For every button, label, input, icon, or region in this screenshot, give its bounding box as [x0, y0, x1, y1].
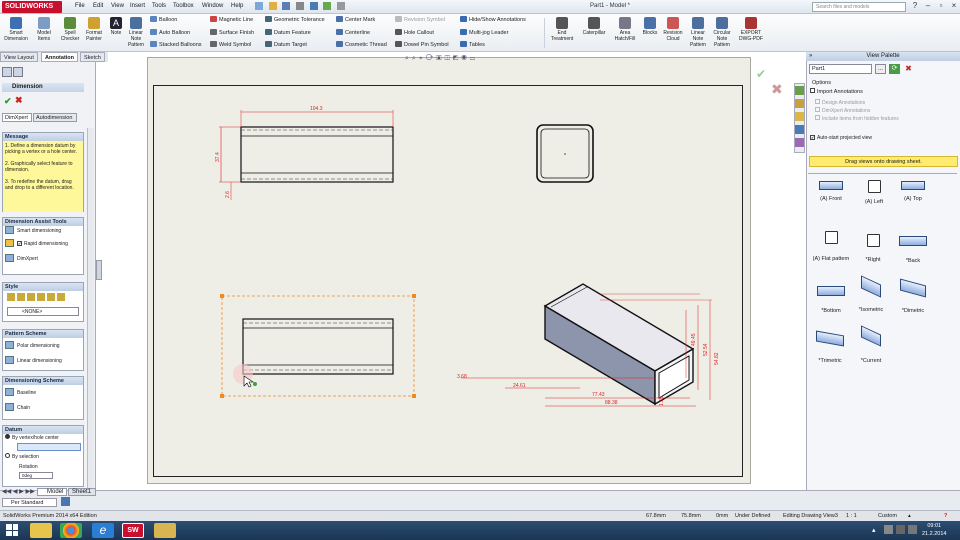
internet-explorer-taskbar-icon[interactable]: e	[92, 523, 114, 538]
status-z: 0mm	[716, 513, 729, 519]
view-palette-title: View Palette	[806, 52, 960, 61]
folder-taskbar-icon[interactable]	[154, 523, 176, 538]
iso-dim-5: 49.45	[691, 333, 697, 346]
view-isometric[interactable]: *Isometric	[851, 275, 891, 313]
status-units[interactable]: Custom	[878, 511, 897, 521]
tab-sheet1[interactable]: Sheet1	[68, 488, 96, 496]
tab-nav-arrows[interactable]: ◀◀ ◀ ▶ ▶▶	[2, 488, 35, 495]
status-y: 75.8mm	[681, 513, 701, 519]
iso-dim-4: 88.38	[605, 400, 618, 406]
selection-handle	[220, 394, 224, 398]
right-view-thumbnail	[866, 234, 880, 247]
dimxpert-annotations-checkbox[interactable]	[815, 107, 820, 112]
collapse-pane-icon[interactable]: »	[809, 53, 812, 59]
iso-dim-2: 24.61	[513, 383, 526, 389]
back-view-thumbnail	[899, 236, 927, 246]
scale-select[interactable]: Per Standard	[2, 498, 57, 507]
datum-vertex-marker	[253, 382, 257, 386]
bottom-view-thumbnail	[817, 286, 845, 296]
status-x: 67.8mm	[646, 513, 666, 519]
iso-dim-6: 52.54	[703, 343, 709, 356]
status-bar: SolidWorks Premium 2014 x64 Edition 67.8…	[0, 510, 960, 521]
iso-dim-7: 54.82	[714, 352, 720, 365]
status-help-icon[interactable]: ?	[944, 511, 947, 521]
solidworks-taskbar-icon[interactable]: SW	[122, 523, 144, 538]
view-a-flat-pattern[interactable]: (A) Flat pattern	[808, 231, 854, 262]
isometric-view[interactable]: 3.68 24.61 77.43 88.38 49.45 52.54 54.82…	[457, 283, 720, 407]
view-palette-tab-icon[interactable]	[795, 125, 804, 134]
view-a-front[interactable]: (A) Front	[811, 181, 851, 202]
design-annotations-checkbox[interactable]	[815, 99, 820, 104]
dimetric-view-thumbnail	[900, 278, 926, 298]
refresh-icon[interactable]: ⟳	[889, 64, 900, 74]
tab-model[interactable]: Model	[37, 488, 67, 496]
flag-tray-icon[interactable]	[884, 525, 893, 534]
dim-height-text: 37.4	[215, 152, 221, 162]
view-back[interactable]: *Back	[893, 236, 933, 264]
task-pane-tabs	[794, 83, 805, 153]
front-view-outline	[240, 126, 394, 183]
clock-date: 21.2.2014	[922, 531, 947, 537]
left-view-thumbnail	[867, 180, 881, 193]
chrome-taskbar-icon[interactable]	[60, 523, 82, 538]
drag-hint-banner: Drag views onto drawing sheet.	[809, 156, 958, 167]
resources-tab-icon[interactable]	[795, 86, 804, 95]
tray-arrow-icon[interactable]: ▴	[872, 526, 876, 534]
import-annotations-option[interactable]: Import Annotations	[810, 88, 863, 95]
status-scale: 1 : 1	[846, 513, 857, 519]
palette-divider	[808, 173, 957, 174]
dimxpert-annotations-option[interactable]: DimXpert Annotations	[815, 107, 870, 114]
auto-start-checkbox[interactable]: ✔	[810, 135, 815, 140]
side-view-center-point	[564, 153, 566, 155]
selection-handle	[412, 294, 416, 298]
selected-view[interactable]	[220, 294, 416, 398]
iso-dim-3: 77.43	[592, 392, 605, 398]
top-view-thumbnail	[901, 181, 925, 190]
selection-handle	[412, 394, 416, 398]
view3-outline	[242, 318, 394, 375]
flat-pattern-thumbnail	[824, 231, 838, 244]
dim-small-text: 2.6	[225, 191, 231, 198]
view-a-top[interactable]: (A) Top	[893, 181, 933, 202]
trimetric-view-thumbnail	[816, 330, 844, 347]
view-a-left[interactable]: (A) Left	[854, 180, 894, 205]
browse-button[interactable]: ...	[875, 64, 886, 74]
iso-dim-8: 1.35	[659, 396, 665, 406]
front-view[interactable]: 104.3 37.4 2.6	[215, 106, 394, 200]
volume-tray-icon[interactable]	[908, 525, 917, 534]
appearances-tab-icon[interactable]	[795, 138, 804, 147]
file-explorer-taskbar-icon[interactable]	[30, 523, 52, 538]
status-state: Under Defined	[735, 513, 771, 519]
status-product: SolidWorks Premium 2014 x64 Edition	[3, 513, 97, 519]
scale-options-icon[interactable]	[61, 497, 70, 506]
bottom-tab-bar: ◀◀ ◀ ▶ ▶▶ Model Sheet1 Per Standard	[0, 488, 960, 510]
file-explorer-tab-icon[interactable]	[795, 112, 804, 121]
hidden-features-checkbox[interactable]	[815, 115, 820, 120]
network-tray-icon[interactable]	[896, 525, 905, 534]
design-annotations-option[interactable]: Design Annotations	[815, 99, 865, 106]
hidden-features-option[interactable]: Include items from hidden features	[815, 115, 899, 122]
front-view-thumbnail	[819, 181, 843, 190]
taskbar-clock[interactable]: 09:01 21.2.2014	[922, 522, 946, 538]
view-dimetric[interactable]: *Dimetric	[893, 278, 933, 314]
view-bottom[interactable]: *Bottom	[811, 286, 851, 314]
status-units-arrow[interactable]: ▴	[908, 511, 911, 521]
options-label: Options	[812, 80, 831, 86]
design-library-tab-icon[interactable]	[795, 99, 804, 108]
auto-start-option[interactable]: ✔ Auto-start projected view	[810, 135, 872, 141]
iso-dim-1: 3.68	[457, 374, 467, 380]
status-editing: Editing Drawing View3	[783, 513, 838, 519]
document-select[interactable]: Part1	[809, 64, 872, 74]
view-trimetric[interactable]: *Trimetric	[810, 330, 850, 364]
start-button[interactable]	[6, 524, 18, 536]
dim-width-text: 104.3	[310, 106, 323, 112]
selection-handle	[220, 294, 224, 298]
view-right[interactable]: *Right	[853, 234, 893, 263]
windows-taskbar: e SW ▴	[0, 521, 960, 540]
import-annotations-checkbox[interactable]	[810, 88, 815, 93]
view-current[interactable]: *Current	[851, 325, 891, 364]
clear-all-icon[interactable]: ✖	[903, 64, 914, 74]
side-view[interactable]	[536, 124, 594, 183]
clock-time: 09:01	[927, 523, 942, 529]
